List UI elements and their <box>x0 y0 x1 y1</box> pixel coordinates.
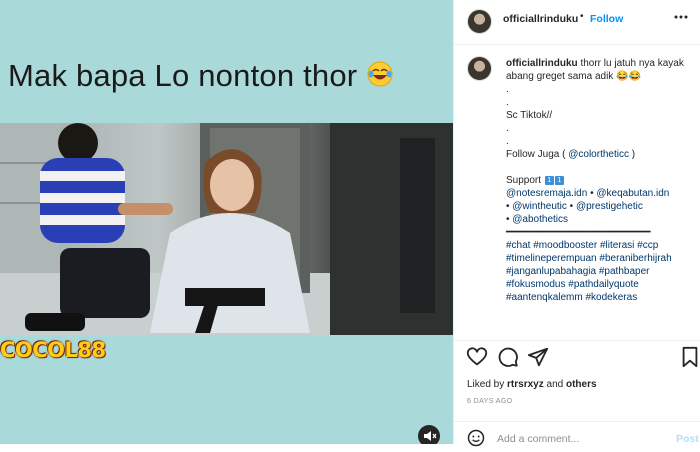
actions-section: Liked by rtrsrxyz and others 6 DAYS AGO … <box>454 340 700 447</box>
caption-author-avatar[interactable] <box>467 56 492 81</box>
hashtags[interactable]: #chat #moodbooster #literasi #ccp #timel… <box>506 239 692 304</box>
caption-username[interactable]: officiallrinduku <box>506 58 578 69</box>
video-scene-illustration <box>0 123 453 335</box>
comment-icon[interactable] <box>497 346 519 368</box>
caption-line: Follow Juga ( <box>506 149 569 160</box>
laughing-emoji-icon <box>366 60 394 96</box>
speaker-muted-icon <box>424 431 437 441</box>
post-header: officiallrinduku • Follow <box>454 0 700 45</box>
follow-button[interactable]: Follow <box>590 13 623 25</box>
heart-icon[interactable] <box>466 346 488 368</box>
post-media[interactable]: Mak bapa Lo nonton thor COCOL88 <box>0 0 453 444</box>
caption-line: . <box>506 136 509 147</box>
audio-muted-button[interactable] <box>418 425 440 444</box>
caption-text: officiallrinduku thorr lu jatuh nya kaya… <box>506 57 692 304</box>
separator-dot: • <box>580 11 584 22</box>
caption-line: . <box>506 123 509 134</box>
number-one-badge-icon: 1 <box>544 175 554 185</box>
post-timestamp[interactable]: 6 DAYS AGO <box>467 398 513 405</box>
emoji-picker-icon[interactable] <box>467 429 485 447</box>
comment-input[interactable]: Add a comment... <box>497 433 579 445</box>
likes-others-link[interactable]: others <box>566 379 597 390</box>
media-overlay-text: Mak bapa Lo nonton thor <box>8 58 394 96</box>
mention-link[interactable]: @keqabutan.idn <box>596 188 669 199</box>
caption-section: officiallrinduku thorr lu jatuh nya kaya… <box>454 45 700 339</box>
mention-link[interactable]: @abothetics <box>512 214 568 225</box>
mention-link[interactable]: @prestigehetic <box>576 201 643 212</box>
post-comment-button[interactable]: Post <box>676 433 699 445</box>
caption-line: Support <box>506 175 544 186</box>
caption-line: . <box>506 84 509 95</box>
author-username[interactable]: officiallrinduku <box>503 13 578 25</box>
add-comment-row: Add a comment... Post <box>454 421 700 447</box>
mention-link[interactable]: @notesremaja.idn <box>506 188 587 199</box>
mention-link[interactable]: @wintheutic <box>512 201 567 212</box>
video-frame <box>0 123 453 335</box>
caption-line: ) <box>628 149 636 160</box>
liked-by-user[interactable]: rtrsrxyz <box>507 379 544 390</box>
caption-line: Sc Tiktok// <box>506 110 553 121</box>
cocol88-watermark: COCOL88 <box>0 338 106 362</box>
likes-summary: Liked by rtrsrxyz and others <box>467 379 597 390</box>
more-options-icon[interactable] <box>673 9 689 28</box>
divider-line: ━━━━━━━━━━━━━━━━━━━━━━━━ <box>506 227 651 238</box>
post-side-panel: officiallrinduku • Follow officiallrindu… <box>453 0 700 447</box>
mention-link[interactable]: @colortheticc <box>568 149 629 160</box>
number-one-badge-icon: 1 <box>554 175 564 185</box>
share-icon[interactable] <box>527 346 549 368</box>
caption-line: . <box>506 97 509 108</box>
author-avatar[interactable] <box>467 9 492 34</box>
bookmark-icon[interactable] <box>681 346 700 368</box>
